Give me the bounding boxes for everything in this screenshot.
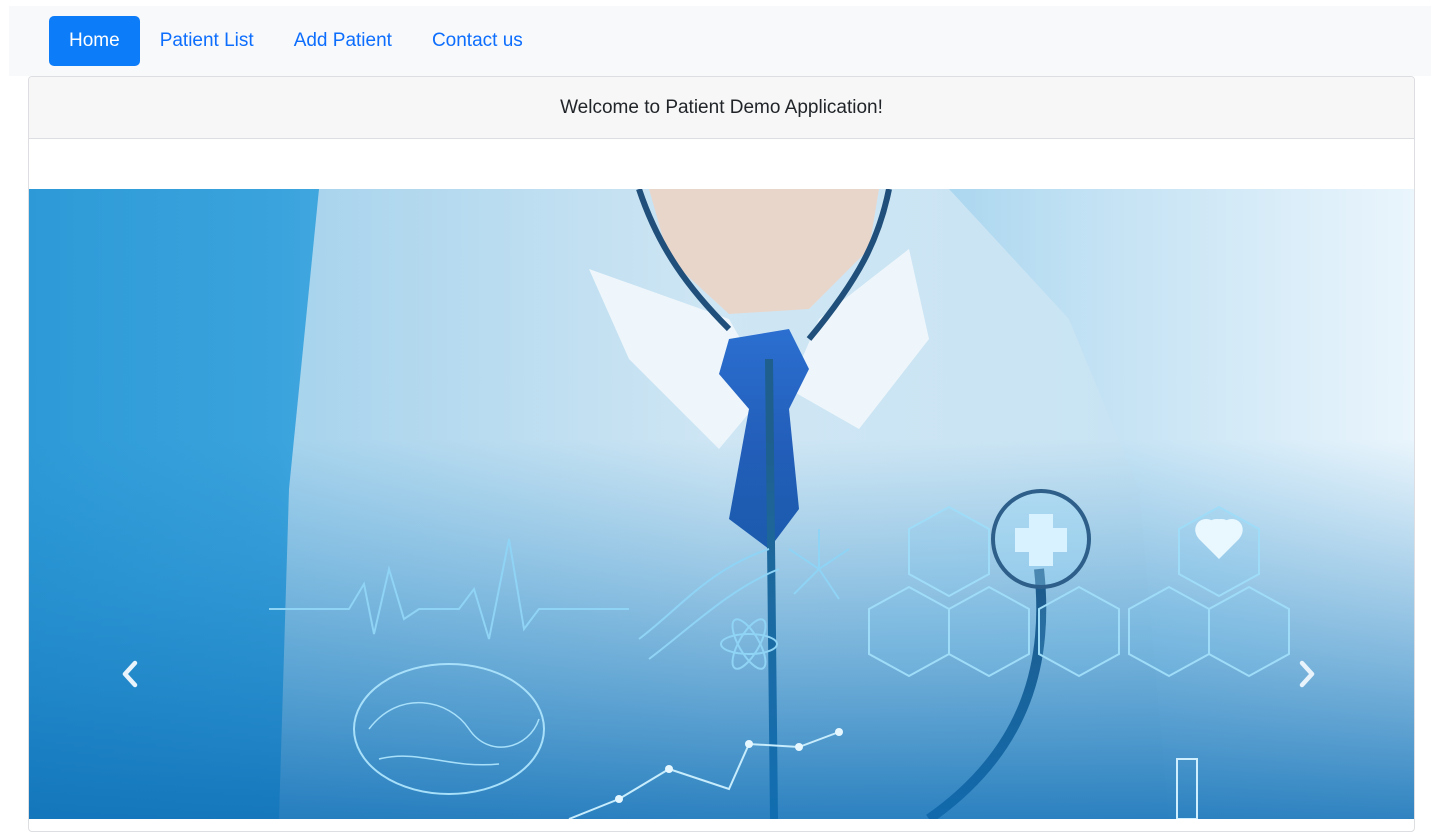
chevron-right-icon <box>1299 660 1315 688</box>
welcome-card: Welcome to Patient Demo Application! <box>28 76 1415 832</box>
carousel-next-button[interactable] <box>1296 659 1326 689</box>
nav-patient-list-link[interactable]: Patient List <box>140 16 274 66</box>
card-body-spacer <box>29 139 1414 189</box>
top-navbar: Home Patient List Add Patient Contact us <box>9 6 1431 76</box>
nav-add-patient-link[interactable]: Add Patient <box>274 16 412 66</box>
nav-contact-us-link[interactable]: Contact us <box>412 16 543 66</box>
carousel-prev-button[interactable] <box>119 659 149 689</box>
carousel-slide-image <box>29 189 1414 819</box>
chevron-left-icon <box>122 660 138 688</box>
image-carousel[interactable] <box>29 189 1414 819</box>
welcome-card-header: Welcome to Patient Demo Application! <box>29 77 1414 139</box>
nav-home-link[interactable]: Home <box>49 16 140 66</box>
